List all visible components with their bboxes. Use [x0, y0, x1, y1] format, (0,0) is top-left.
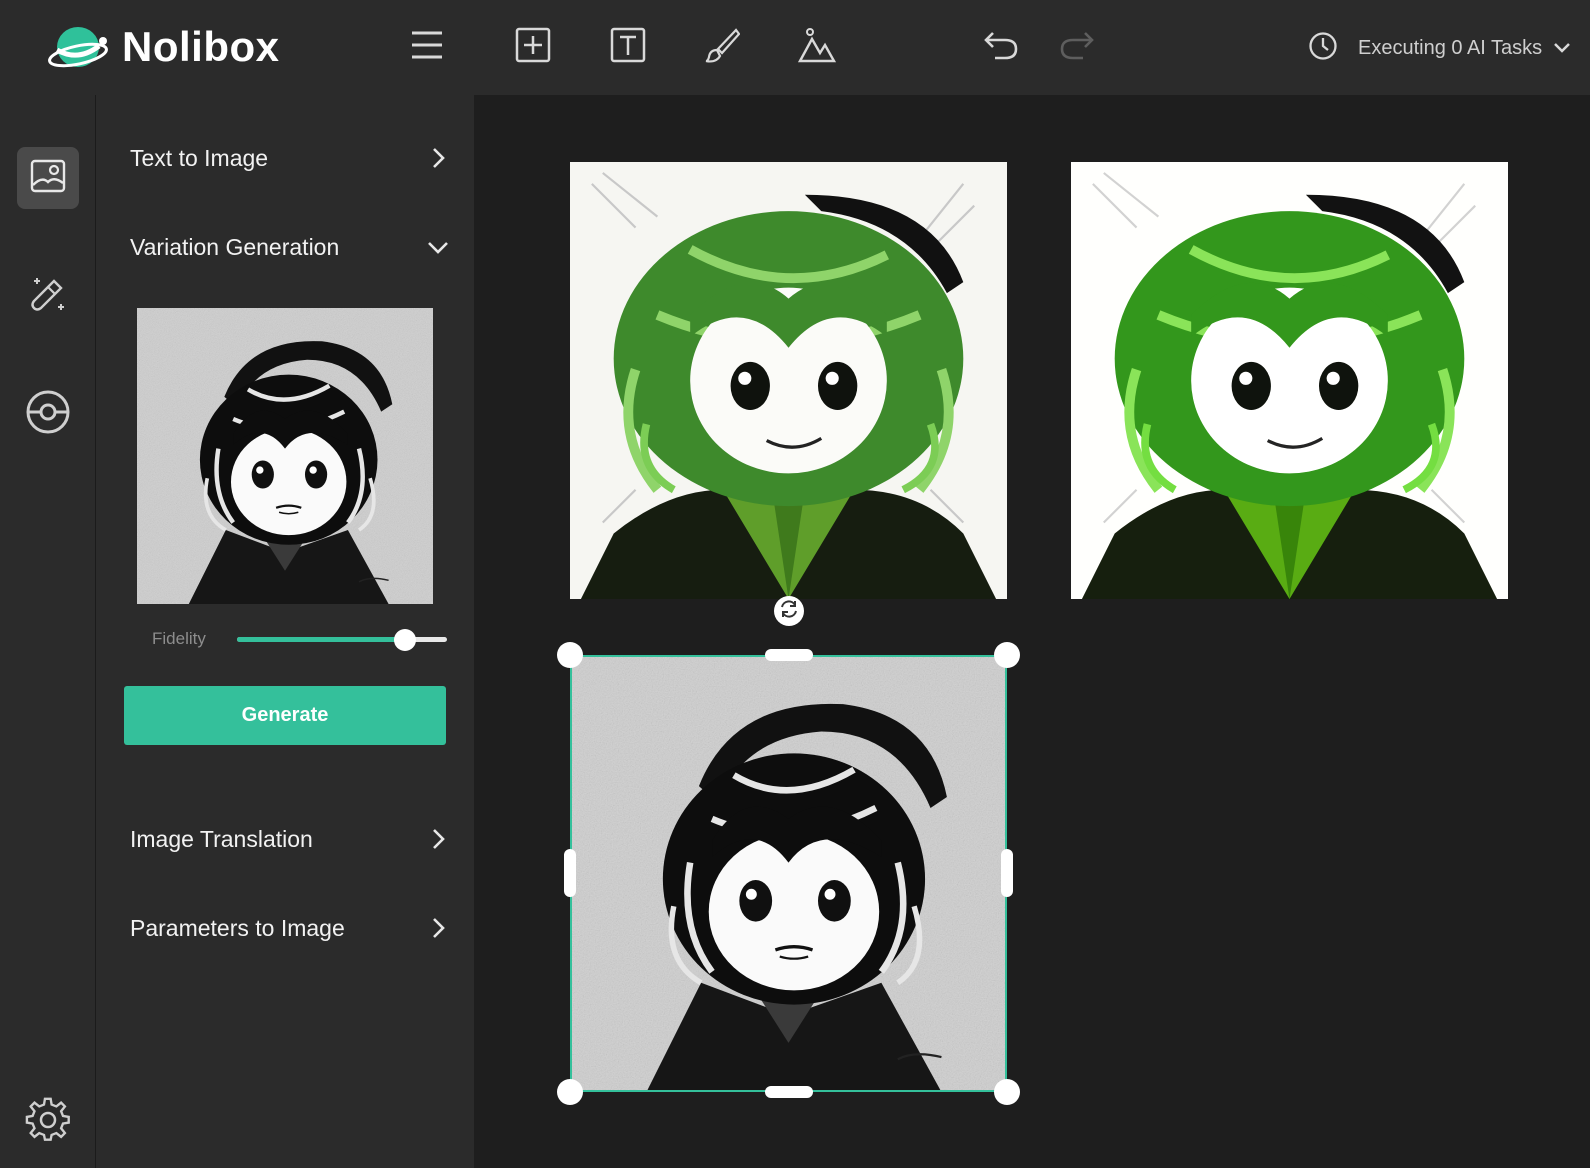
resize-handle-bottom-right[interactable]	[994, 1079, 1020, 1105]
resize-handle-bottom-left[interactable]	[557, 1079, 583, 1105]
resize-handle-top-right[interactable]	[994, 642, 1020, 668]
slider-knob[interactable]	[394, 629, 416, 651]
chevron-right-icon	[426, 827, 450, 851]
rail-item-magic[interactable]	[17, 265, 79, 327]
brand-name: Nolibox	[122, 23, 280, 70]
status-text: Executing 0 AI Tasks	[1358, 36, 1543, 59]
rail-item-view[interactable]	[17, 383, 79, 445]
top-bar: Nolibox Executing 0 AI Tasks	[0, 0, 1590, 95]
add-text-button[interactable]	[607, 26, 649, 68]
resize-handle-right[interactable]	[1001, 849, 1013, 897]
mountain-image-icon	[797, 27, 837, 68]
planet-logo-icon	[48, 22, 108, 72]
add-image-button[interactable]	[796, 26, 838, 68]
app-window: Nolibox Executing 0 AI Tasks Text to Ima…	[0, 0, 1590, 1168]
task-status[interactable]: Executing 0 AI Tasks	[1308, 30, 1572, 66]
canvas-image-variation-1[interactable]	[570, 162, 1007, 599]
settings-gear-icon	[25, 1096, 71, 1147]
slider-fill	[237, 637, 405, 642]
menu-icon	[410, 30, 444, 65]
text-icon	[610, 27, 646, 68]
generate-button[interactable]: Generate	[124, 686, 446, 745]
section-variation-generation[interactable]: Variation Generation	[130, 227, 450, 267]
chevron-down-icon	[426, 235, 450, 259]
redo-button[interactable]	[1056, 26, 1098, 68]
canvas-image-variation-2[interactable]	[1071, 162, 1508, 599]
chevron-down-icon	[1552, 38, 1572, 58]
rail-item-image[interactable]	[17, 147, 79, 209]
resize-handle-top[interactable]	[765, 649, 813, 661]
section-text-to-image[interactable]: Text to Image	[130, 138, 450, 178]
section-title: Image Translation	[130, 825, 313, 852]
fidelity-slider[interactable]	[237, 629, 447, 651]
source-image-thumbnail[interactable]	[137, 308, 433, 604]
section-title: Text to Image	[130, 144, 269, 171]
section-parameters-to-image[interactable]: Parameters to Image	[130, 908, 450, 948]
section-title: Parameters to Image	[130, 914, 345, 941]
section-title: Variation Generation	[130, 233, 340, 260]
resize-handle-bottom[interactable]	[765, 1086, 813, 1098]
undo-icon	[983, 29, 1019, 66]
section-image-translation[interactable]: Image Translation	[130, 819, 450, 859]
rotate-handle[interactable]	[774, 596, 804, 626]
clock-icon	[1308, 31, 1338, 66]
logo[interactable]: Nolibox	[48, 22, 280, 72]
left-rail	[0, 95, 96, 1168]
redo-icon	[1059, 29, 1095, 66]
resize-handle-top-left[interactable]	[557, 642, 583, 668]
chevron-right-icon	[426, 146, 450, 170]
tools-panel: Text to Image Variation Generation Fidel…	[96, 95, 474, 1168]
resize-handle-left[interactable]	[564, 849, 576, 897]
brush-button[interactable]	[701, 26, 743, 68]
rail-item-settings[interactable]	[17, 1090, 79, 1152]
undo-button[interactable]	[980, 26, 1022, 68]
canvas-image-source-selected[interactable]	[570, 655, 1007, 1092]
canvas[interactable]	[474, 95, 1590, 1168]
image-icon	[30, 158, 66, 199]
add-frame-button[interactable]	[512, 26, 554, 68]
fidelity-label: Fidelity	[152, 629, 206, 648]
eye-icon	[25, 389, 71, 440]
magic-wand-icon	[28, 274, 68, 319]
menu-button[interactable]	[406, 26, 448, 68]
brush-icon	[704, 27, 741, 68]
add-frame-icon	[515, 27, 551, 68]
rotate-icon	[778, 598, 800, 625]
chevron-right-icon	[426, 916, 450, 940]
